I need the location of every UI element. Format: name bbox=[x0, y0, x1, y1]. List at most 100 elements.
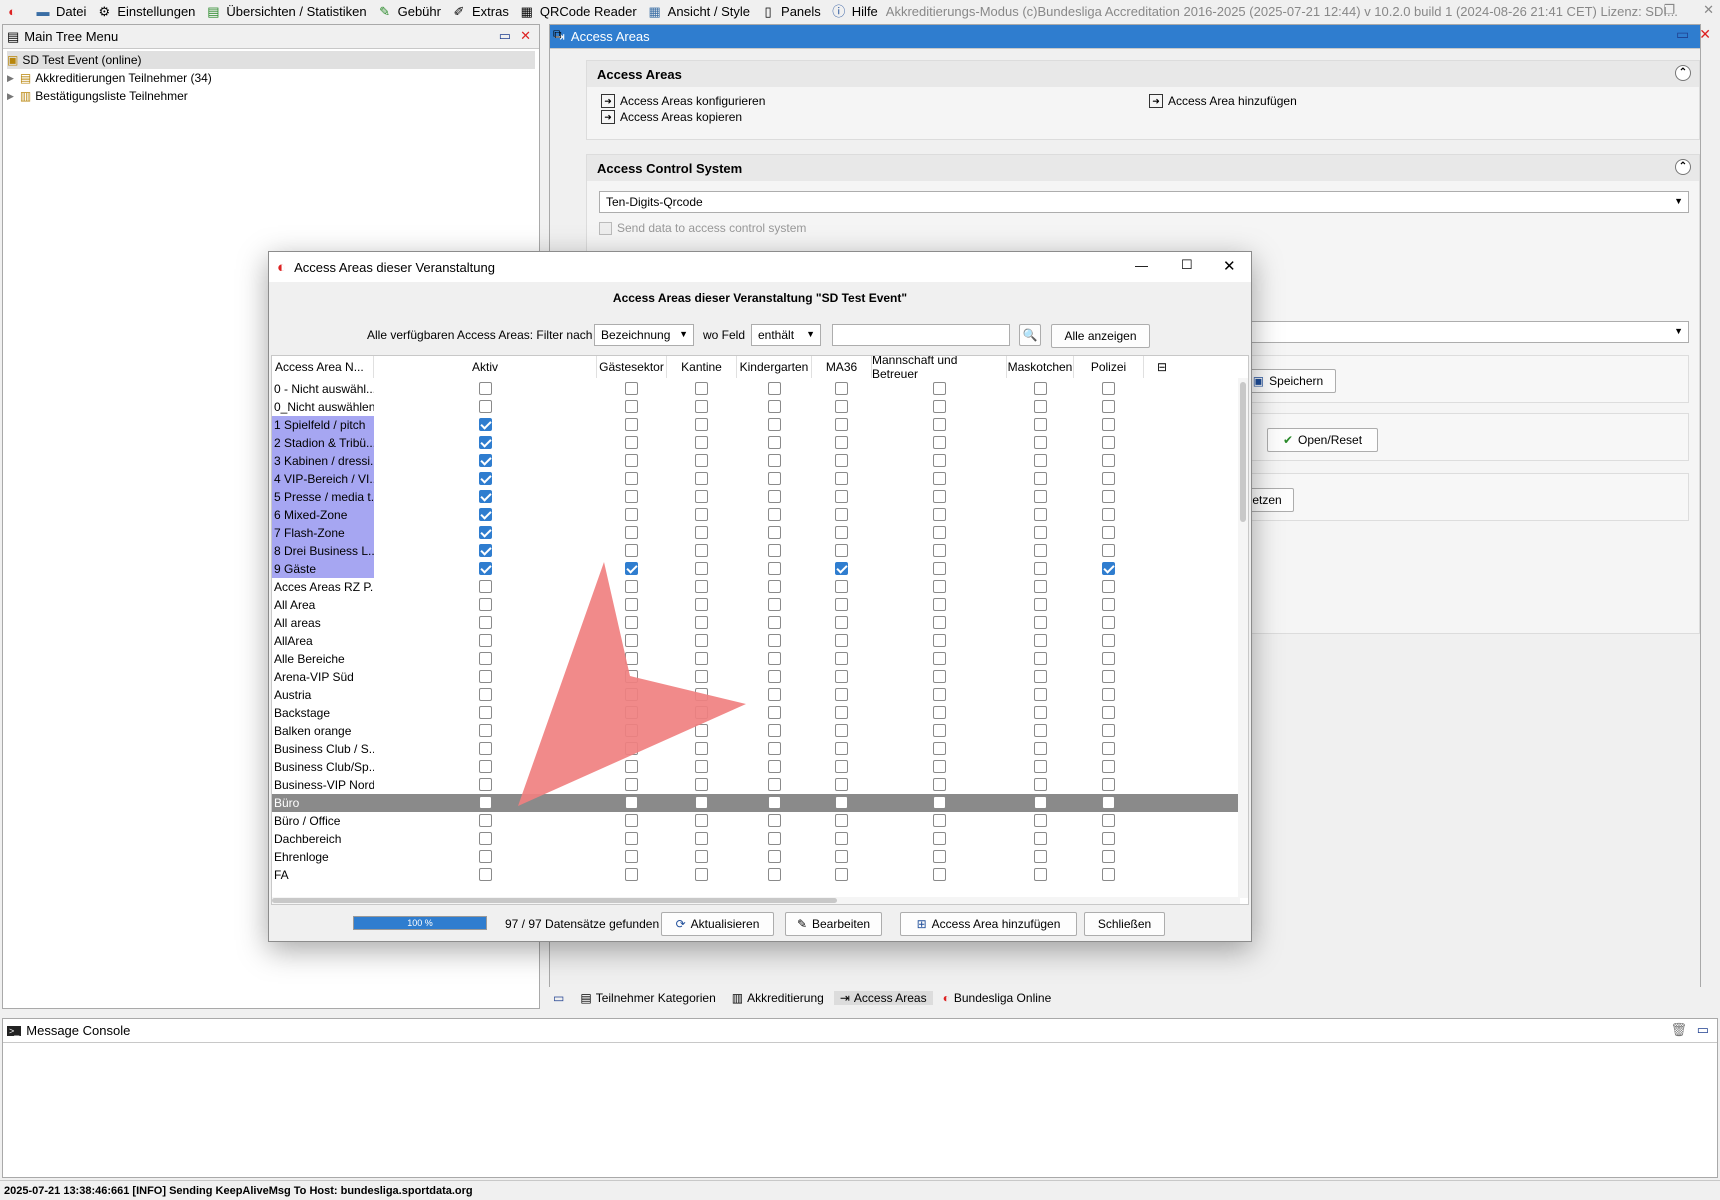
filter-operator-select[interactable]: enthält ▼ bbox=[751, 324, 821, 346]
area-checkbox[interactable] bbox=[1102, 670, 1115, 683]
area-checkbox[interactable] bbox=[932, 562, 946, 575]
area-checkbox[interactable] bbox=[932, 688, 946, 701]
column-header[interactable]: Aktiv bbox=[374, 356, 597, 378]
menu-uebersichten[interactable]: ▤ Übersichten / Statistiken bbox=[201, 0, 372, 23]
area-checkbox[interactable] bbox=[835, 418, 848, 431]
area-checkbox[interactable] bbox=[1033, 382, 1047, 395]
area-checkbox[interactable] bbox=[835, 526, 848, 539]
horizontal-scrollbar[interactable] bbox=[272, 897, 1240, 904]
area-checkbox[interactable] bbox=[1033, 850, 1047, 863]
area-checkbox[interactable] bbox=[1102, 814, 1115, 827]
area-checkbox[interactable] bbox=[767, 580, 781, 593]
area-checkbox[interactable] bbox=[478, 724, 492, 737]
area-checkbox[interactable] bbox=[695, 418, 708, 431]
area-checkbox[interactable] bbox=[932, 616, 946, 629]
area-checkbox[interactable] bbox=[695, 508, 708, 521]
table-row[interactable]: 6 Mixed-Zone bbox=[272, 506, 1244, 524]
panel-toggle-icon[interactable]: ▭ bbox=[553, 991, 564, 1005]
menu-extras[interactable]: ✐ Extras bbox=[447, 0, 515, 23]
area-checkbox[interactable] bbox=[1033, 544, 1047, 557]
table-row[interactable]: Dachbereich bbox=[272, 830, 1244, 848]
area-checkbox[interactable] bbox=[1102, 580, 1115, 593]
close-icon[interactable]: ✕ bbox=[520, 28, 531, 44]
area-checkbox[interactable] bbox=[1102, 724, 1115, 737]
area-checkbox[interactable] bbox=[625, 472, 638, 485]
area-checkbox[interactable] bbox=[625, 382, 638, 395]
area-checkbox[interactable] bbox=[478, 706, 492, 719]
area-checkbox[interactable] bbox=[1033, 814, 1047, 827]
table-row[interactable] bbox=[272, 884, 1244, 892]
tab-bundesliga-online[interactable]: ◐ Bundesliga Online bbox=[937, 991, 1058, 1005]
area-checkbox[interactable] bbox=[1102, 850, 1115, 863]
area-checkbox[interactable] bbox=[1033, 796, 1047, 809]
area-checkbox[interactable] bbox=[767, 382, 781, 395]
area-checkbox[interactable] bbox=[767, 850, 781, 863]
maximize-icon[interactable]: ▭ bbox=[1697, 1022, 1709, 1038]
area-checkbox[interactable] bbox=[1102, 634, 1115, 647]
area-checkbox[interactable] bbox=[625, 850, 638, 863]
edit-button[interactable]: ✎ Bearbeiten bbox=[785, 912, 882, 936]
area-checkbox[interactable] bbox=[767, 598, 781, 611]
area-checkbox[interactable] bbox=[1033, 706, 1047, 719]
column-header[interactable]: Gästesektor bbox=[597, 356, 667, 378]
area-checkbox[interactable] bbox=[932, 670, 946, 683]
area-checkbox[interactable] bbox=[932, 868, 946, 881]
close-icon[interactable]: ✕ bbox=[1223, 257, 1236, 275]
area-checkbox[interactable] bbox=[1033, 868, 1047, 881]
area-checkbox[interactable] bbox=[478, 652, 492, 665]
area-checkbox[interactable] bbox=[1033, 634, 1047, 647]
area-checkbox[interactable] bbox=[767, 706, 781, 719]
area-checkbox[interactable] bbox=[478, 868, 492, 881]
area-checkbox[interactable] bbox=[767, 868, 781, 881]
area-checkbox[interactable] bbox=[932, 490, 946, 503]
area-checkbox[interactable] bbox=[1033, 472, 1047, 485]
scrollbar-thumb[interactable] bbox=[1240, 382, 1246, 522]
area-checkbox[interactable] bbox=[835, 400, 848, 413]
area-checkbox[interactable] bbox=[932, 814, 946, 827]
area-checkbox[interactable] bbox=[767, 454, 781, 467]
area-checkbox[interactable] bbox=[835, 670, 848, 683]
area-checkbox[interactable] bbox=[835, 436, 848, 449]
area-checkbox[interactable] bbox=[767, 688, 781, 701]
area-checkbox[interactable] bbox=[835, 778, 848, 791]
menu-gebuehr[interactable]: ✎ Gebühr bbox=[373, 0, 447, 23]
area-checkbox[interactable] bbox=[932, 706, 946, 719]
area-checkbox[interactable] bbox=[1102, 562, 1115, 575]
table-row[interactable]: Ehrenloge bbox=[272, 848, 1244, 866]
area-checkbox[interactable] bbox=[1033, 670, 1047, 683]
area-checkbox[interactable] bbox=[1033, 598, 1047, 611]
area-checkbox[interactable] bbox=[932, 778, 946, 791]
area-checkbox[interactable] bbox=[767, 616, 781, 629]
area-checkbox[interactable] bbox=[767, 490, 781, 503]
area-checkbox[interactable] bbox=[932, 796, 946, 809]
column-config-icon[interactable]: ⊟ bbox=[1152, 356, 1172, 378]
area-checkbox[interactable] bbox=[1033, 436, 1047, 449]
area-checkbox[interactable] bbox=[835, 508, 848, 521]
table-row[interactable]: 0_Nicht auswählen bbox=[272, 398, 1244, 416]
area-checkbox[interactable] bbox=[1102, 742, 1115, 755]
vertical-scrollbar[interactable] bbox=[1238, 378, 1248, 898]
area-checkbox[interactable] bbox=[767, 544, 781, 557]
area-checkbox[interactable] bbox=[932, 832, 946, 845]
expand-icon[interactable]: ▶ bbox=[7, 73, 14, 84]
area-checkbox[interactable] bbox=[478, 796, 492, 809]
table-row[interactable]: 4 VIP-Bereich / VI... bbox=[272, 470, 1244, 488]
area-checkbox[interactable] bbox=[767, 472, 781, 485]
menu-hilfe[interactable]: ⓘ Hilfe bbox=[827, 0, 884, 23]
area-checkbox[interactable] bbox=[767, 778, 781, 791]
area-checkbox[interactable] bbox=[478, 562, 492, 575]
tab-akkreditierung[interactable]: ▥ Akkreditierung bbox=[726, 991, 830, 1005]
area-checkbox[interactable] bbox=[1102, 706, 1115, 719]
area-checkbox[interactable] bbox=[1102, 526, 1115, 539]
area-checkbox[interactable] bbox=[932, 454, 946, 467]
area-checkbox[interactable] bbox=[478, 544, 492, 557]
menu-ansicht[interactable]: ▦ Ansicht / Style bbox=[643, 0, 756, 23]
area-checkbox[interactable] bbox=[1102, 436, 1115, 449]
area-checkbox[interactable] bbox=[767, 526, 781, 539]
area-checkbox[interactable] bbox=[478, 400, 492, 413]
maximize-icon[interactable]: ▭ bbox=[499, 28, 511, 44]
area-checkbox[interactable] bbox=[1033, 688, 1047, 701]
area-checkbox[interactable] bbox=[1102, 598, 1115, 611]
area-checkbox[interactable] bbox=[767, 418, 781, 431]
close-button[interactable]: Schließen bbox=[1084, 912, 1165, 936]
